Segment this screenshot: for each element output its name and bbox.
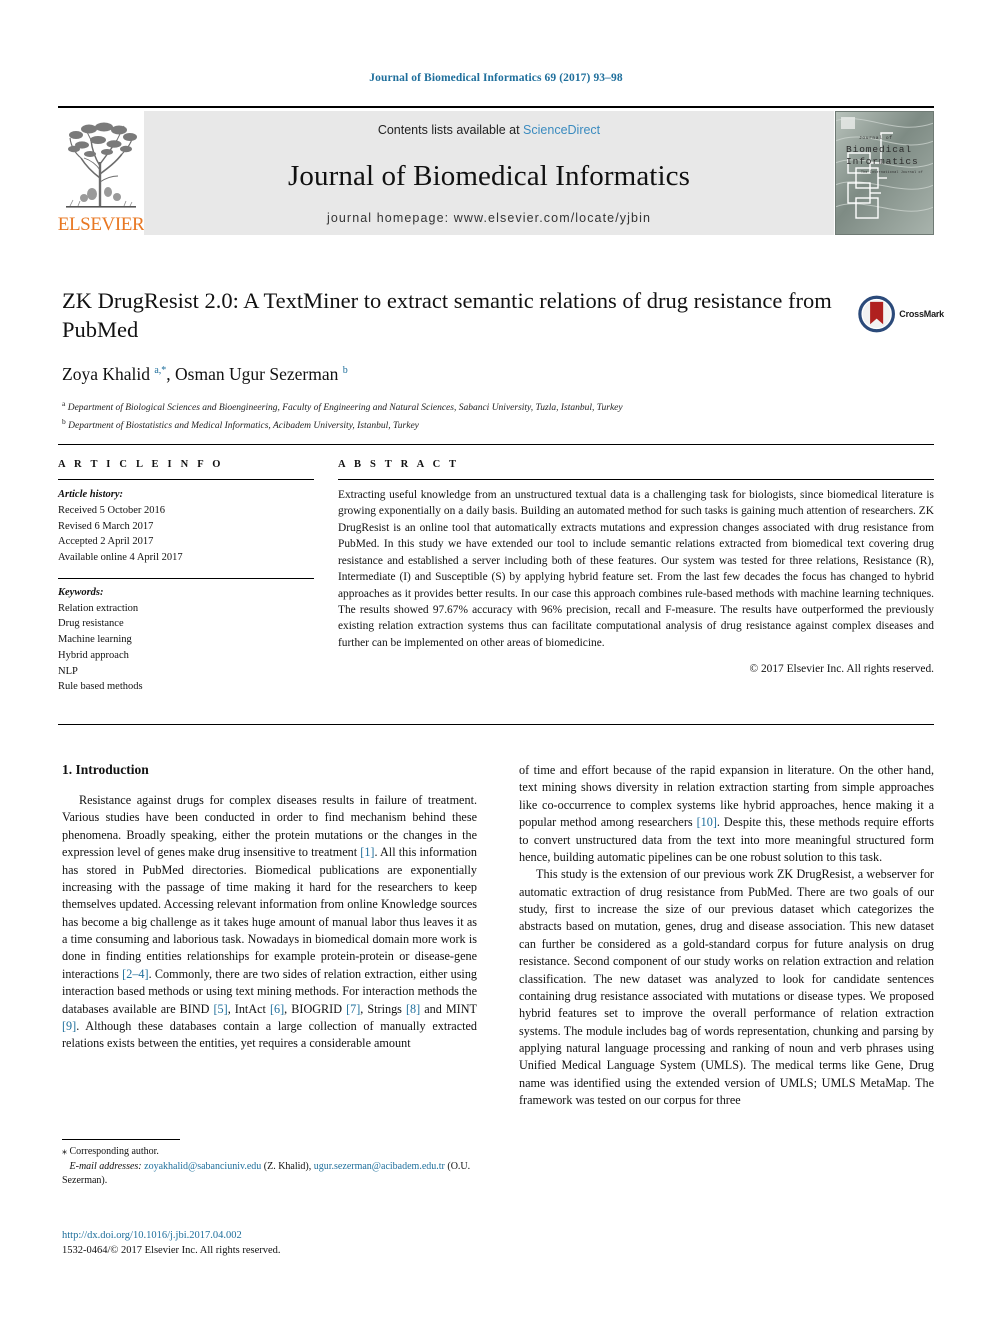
affiliation-list: a Department of Biological Sciences and … bbox=[62, 398, 852, 434]
citation-ref[interactable]: [7] bbox=[346, 1002, 360, 1016]
keywords-label: Keywords: bbox=[58, 586, 104, 598]
email-paren-khalid: (Z. Khalid), bbox=[263, 1160, 312, 1172]
affiliation-b-text: Department of Biostatistics and Medical … bbox=[68, 421, 419, 432]
running-head: Journal of Biomedical Informatics 69 (20… bbox=[369, 72, 623, 84]
cover-artwork: Journal of Biomedical Informatics The In… bbox=[835, 111, 934, 235]
article-info-rule bbox=[58, 479, 314, 480]
history-item: Revised 6 March 2017 bbox=[58, 520, 154, 532]
journal-title: Journal of Biomedical Informatics bbox=[288, 159, 690, 192]
keyword-item: Relation extraction bbox=[58, 602, 139, 614]
affiliation-b: b Department of Biostatistics and Medica… bbox=[62, 416, 419, 432]
footnote-area: ⁎ Corresponding author. E-mail addresses… bbox=[62, 1139, 477, 1189]
svg-text:Biomedical: Biomedical bbox=[846, 144, 912, 155]
keywords-rule bbox=[58, 577, 314, 579]
section-title-introduction: 1. Introduction bbox=[62, 762, 149, 777]
title-block: ZK DrugResist 2.0: A TextMiner to extrac… bbox=[62, 286, 852, 434]
footnote-rule bbox=[62, 1139, 180, 1140]
corresponding-author-note: ⁎ Corresponding author. bbox=[62, 1146, 159, 1157]
elsevier-wordmark: ELSEVIER bbox=[57, 214, 145, 235]
article-info-column: A R T I C L E I N F O Article history: R… bbox=[58, 459, 330, 695]
keyword-item: Hybrid approach bbox=[58, 649, 129, 661]
history-item: Available online 4 April 2017 bbox=[58, 552, 183, 563]
email-addresses-note: E-mail addresses: zoyakhalid@sabanciuniv… bbox=[62, 1160, 477, 1189]
intro-text: . Although these databases contain a lar… bbox=[62, 1018, 477, 1051]
history-item: Received 5 October 2016 bbox=[58, 504, 166, 516]
keyword-item: Drug resistance bbox=[58, 618, 124, 630]
doi-link[interactable]: http://dx.doi.org/10.1016/j.jbi.2017.04.… bbox=[62, 1228, 477, 1243]
sciencedirect-link[interactable]: ScienceDirect bbox=[523, 123, 600, 137]
intro-paragraph-right-1: of time and effort because of the rapid … bbox=[519, 762, 934, 866]
citation-ref[interactable]: [5] bbox=[213, 1002, 227, 1016]
issn-copyright-line: 1532-0464/© 2017 Elsevier Inc. All right… bbox=[62, 1245, 281, 1257]
keyword-item: Rule based methods bbox=[58, 681, 143, 693]
abstract-rule bbox=[338, 479, 934, 480]
citation-ref[interactable]: [1] bbox=[360, 845, 374, 859]
svg-text:Journal of: Journal of bbox=[859, 135, 893, 141]
keyword-item: NLP bbox=[58, 665, 78, 677]
journal-cover-thumbnail: Journal of Biomedical Informatics The In… bbox=[834, 111, 934, 235]
author-list: Zoya Khalid a,*, Osman Ugur Sezerman b bbox=[62, 364, 348, 385]
intro-text: and MINT bbox=[420, 1001, 477, 1016]
info-abstract-band: A R T I C L E I N F O Article history: R… bbox=[58, 444, 934, 725]
doi-block: http://dx.doi.org/10.1016/j.jbi.2017.04.… bbox=[62, 1228, 477, 1258]
paper-page: Journal of Biomedical Informatics 69 (20… bbox=[0, 0, 992, 1323]
citation-ref[interactable]: [10] bbox=[697, 815, 717, 829]
history-item: Accepted 2 April 2017 bbox=[58, 536, 154, 548]
elsevier-tree-icon bbox=[66, 122, 137, 208]
journal-masthead: ELSEVIER Contents lists available at Sci… bbox=[58, 106, 934, 236]
intro-text: , IntAct bbox=[227, 1001, 270, 1016]
svg-text:The International Journal of: The International Journal of bbox=[861, 170, 923, 174]
journal-homepage-link[interactable]: journal homepage: www.elsevier.com/locat… bbox=[327, 211, 651, 225]
email-link-sezerman[interactable]: ugur.sezerman@acibadem.edu.tr bbox=[314, 1161, 445, 1172]
intro-text: , Strings bbox=[360, 1001, 406, 1016]
contents-lists-line: Contents lists available at ScienceDirec… bbox=[378, 123, 600, 137]
crossmark-badge[interactable]: CrossMark bbox=[858, 292, 944, 336]
citation-ref[interactable]: [8] bbox=[406, 1002, 420, 1016]
affiliation-a: a Department of Biological Sciences and … bbox=[62, 399, 623, 414]
citation-ref[interactable]: [6] bbox=[270, 1002, 284, 1016]
affiliation-a-text: Department of Biological Sciences and Bi… bbox=[67, 403, 623, 414]
email-link-khalid[interactable]: zoyakhalid@sabanciuniv.edu bbox=[144, 1161, 261, 1172]
right-column: of time and effort because of the rapid … bbox=[519, 762, 934, 1262]
citation-ref[interactable]: [9] bbox=[62, 1019, 76, 1033]
intro-paragraph-left: Resistance against drugs for complex dis… bbox=[62, 792, 477, 1053]
email-label: E-mail addresses: bbox=[69, 1160, 142, 1172]
abstract-text: Extracting useful knowledge from an unst… bbox=[338, 489, 934, 649]
intro-paragraph-right-2: This study is the extension of our previ… bbox=[519, 867, 934, 1108]
article-info-heading: A R T I C L E I N F O bbox=[58, 459, 224, 470]
crossmark-label: CrossMark bbox=[899, 309, 944, 319]
crossmark-icon bbox=[858, 295, 895, 333]
masthead-center: Contents lists available at ScienceDirec… bbox=[144, 111, 834, 235]
abstract-heading: A B S T R A C T bbox=[338, 459, 460, 470]
page-title: ZK DrugResist 2.0: A TextMiner to extrac… bbox=[62, 288, 832, 343]
copyright-line: © 2017 Elsevier Inc. All rights reserved… bbox=[749, 663, 934, 676]
intro-text: . All this information has stored in Pub… bbox=[62, 845, 477, 981]
article-history-label: Article history: bbox=[58, 489, 124, 500]
contents-lists-prefix: Contents lists available at bbox=[377, 123, 524, 137]
elsevier-logo: ELSEVIER bbox=[57, 111, 145, 235]
keyword-item: Machine learning bbox=[58, 634, 132, 645]
citation-ref[interactable]: [2–4] bbox=[122, 967, 148, 981]
abstract-column: A B S T R A C T Extracting useful knowle… bbox=[330, 459, 934, 695]
svg-text:Informatics: Informatics bbox=[846, 156, 919, 167]
intro-text: , BIOGRID bbox=[284, 1001, 347, 1016]
